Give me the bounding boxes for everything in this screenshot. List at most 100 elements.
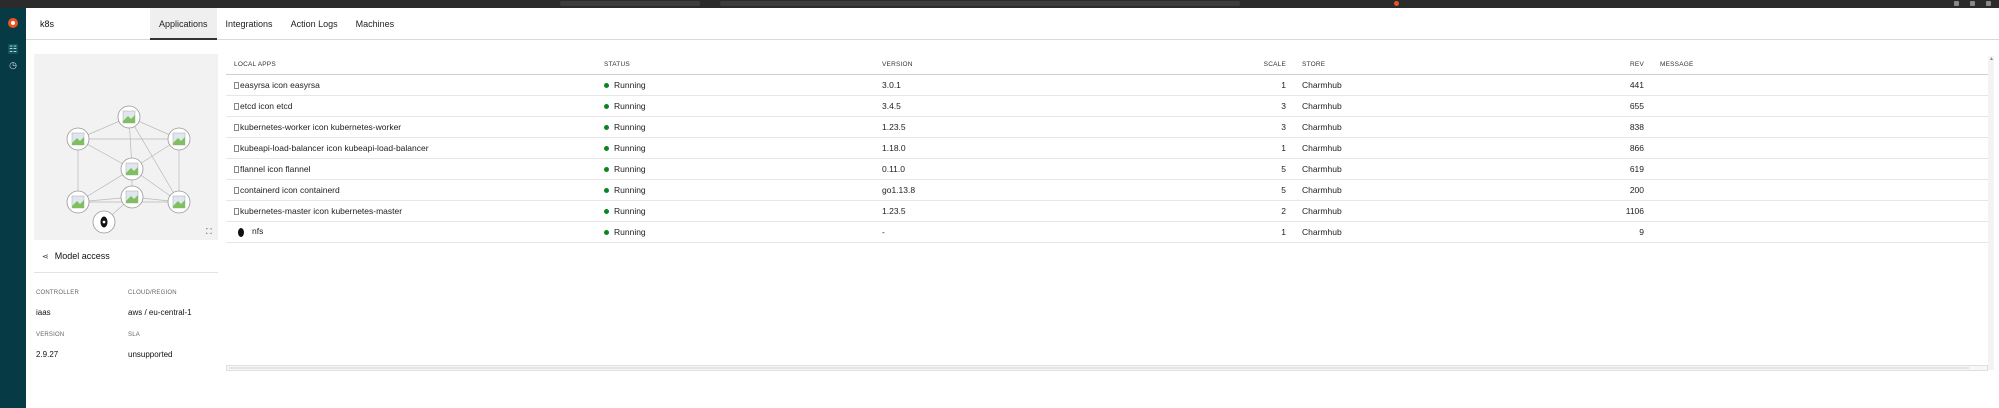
sla-label: SLA: [128, 332, 140, 338]
topology-diagram[interactable]: ⛶: [34, 54, 218, 240]
topology-node[interactable]: [66, 190, 90, 214]
history-icon[interactable]: ◷: [8, 60, 18, 70]
scale-cell: 5: [1144, 179, 1294, 201]
tab-applications[interactable]: Applications: [150, 8, 217, 40]
app-icon-alt: kubernetes-worker icon: [240, 121, 329, 132]
app-name[interactable]: containerd: [300, 185, 340, 195]
status-dot-icon: [604, 145, 609, 151]
model-access-button[interactable]: ⋖ Model access: [42, 251, 110, 261]
browser-extension-icon[interactable]: [1394, 1, 1399, 6]
message-cell: [1652, 95, 1988, 117]
table-row[interactable]: containerd icon containerd Running go1.1…: [226, 179, 1988, 201]
app-name-cell[interactable]: kubeapi-load-balancer icon kubeapi-load-…: [226, 137, 596, 159]
column-version[interactable]: VERSION: [874, 56, 1144, 75]
app-name-cell[interactable]: easyrsa icon easyrsa: [226, 74, 596, 96]
scroll-up-icon[interactable]: ▲: [1989, 56, 1994, 62]
column-rev[interactable]: REV: [1564, 56, 1652, 75]
app-name-cell[interactable]: containerd icon containerd: [226, 179, 596, 201]
expand-icon[interactable]: ⛶: [206, 228, 214, 236]
sla-value: unsupported: [128, 350, 173, 359]
topology-node[interactable]: [167, 190, 191, 214]
topology-node[interactable]: [117, 105, 141, 129]
scrollbar-thumb[interactable]: [229, 367, 1969, 369]
app-name-cell[interactable]: flannel icon flannel: [226, 158, 596, 180]
browser-address-bar[interactable]: [720, 1, 1240, 6]
topology-node[interactable]: [167, 127, 191, 151]
app-name-cell[interactable]: kubernetes-worker icon kubernetes-worker: [226, 116, 596, 138]
topology-node[interactable]: [66, 127, 90, 151]
rev-cell: 1106: [1564, 200, 1652, 222]
version-cell: 1.18.0: [874, 137, 1144, 159]
panel-divider: [34, 272, 218, 273]
store-cell: Charmhub: [1294, 116, 1564, 138]
store-cell: Charmhub: [1294, 95, 1564, 117]
table-row[interactable]: kubeapi-load-balancer icon kubeapi-load-…: [226, 137, 1988, 159]
store-cell: Charmhub: [1294, 137, 1564, 159]
table-row[interactable]: easyrsa icon easyrsa Running 3.0.1 1 Cha…: [226, 74, 1988, 96]
scale-cell: 1: [1144, 221, 1294, 243]
version-cell: 0.11.0: [874, 158, 1144, 180]
juju-logo-icon[interactable]: [8, 18, 18, 28]
column-message[interactable]: MESSAGE: [1652, 56, 1988, 75]
cloud-region-value: aws / eu-central-1: [128, 308, 192, 317]
tab-machines[interactable]: Machines: [347, 8, 404, 40]
maximize-icon[interactable]: [1970, 1, 1975, 6]
controller-label: CONTROLLER: [36, 290, 80, 296]
app-name[interactable]: nfs: [252, 226, 263, 236]
tab-action-logs[interactable]: Action Logs: [282, 8, 347, 40]
app-icon-alt: kubernetes-master icon: [240, 205, 329, 216]
status-text: Running: [614, 163, 646, 174]
app-icon: [234, 144, 239, 152]
topology-node[interactable]: [120, 185, 144, 209]
status-cell: Running: [596, 158, 874, 180]
app-name-cell[interactable]: kubernetes-master icon kubernetes-master: [226, 200, 596, 222]
status-cell: Running: [596, 221, 874, 243]
app-icon: [234, 81, 239, 89]
status-text: Running: [614, 142, 646, 153]
scale-cell: 1: [1144, 74, 1294, 96]
rev-cell: 655: [1564, 95, 1652, 117]
table-row[interactable]: kubernetes-worker icon kubernetes-worker…: [226, 116, 1988, 138]
app-name-cell[interactable]: etcd icon etcd: [226, 95, 596, 117]
app-icon: [234, 102, 239, 110]
horizontal-scrollbar[interactable]: [226, 365, 1988, 371]
status-dot-icon: [604, 103, 609, 109]
app-name[interactable]: kubeapi-load-balancer: [344, 143, 428, 153]
version-cell: go1.13.8: [874, 179, 1144, 201]
app-name-cell[interactable]: nfs: [226, 221, 596, 243]
table-row[interactable]: nfs Running - 1 Charmhub 9: [226, 221, 1988, 243]
table-row[interactable]: flannel icon flannel Running 0.11.0 5 Ch…: [226, 158, 1988, 180]
app-name[interactable]: kubernetes-worker: [331, 122, 401, 132]
status-text: Running: [614, 184, 646, 195]
tab-integrations[interactable]: Integrations: [217, 8, 282, 40]
app-name[interactable]: kubernetes-master: [331, 206, 402, 216]
status-dot-icon: [604, 124, 609, 130]
minimize-icon[interactable]: [1954, 1, 1959, 6]
column-store[interactable]: STORE: [1294, 56, 1564, 75]
column-scale[interactable]: SCALE: [1144, 56, 1294, 75]
rev-cell: 200: [1564, 179, 1652, 201]
store-cell: Charmhub: [1294, 179, 1564, 201]
app-name[interactable]: easyrsa: [290, 80, 320, 90]
table-row[interactable]: kubernetes-master icon kubernetes-master…: [226, 200, 1988, 222]
app-name[interactable]: flannel: [285, 164, 310, 174]
vertical-scrollbar[interactable]: ▲: [1988, 56, 1994, 370]
status-cell: Running: [596, 137, 874, 159]
topology-node[interactable]: [120, 157, 144, 181]
topology-node-nfs[interactable]: [92, 210, 116, 234]
version-cell: 1.23.5: [874, 116, 1144, 138]
column-status[interactable]: STATUS: [596, 56, 874, 75]
nfs-icon: [238, 227, 244, 237]
table-row[interactable]: etcd icon etcd Running 3.4.5 3 Charmhub …: [226, 95, 1988, 117]
status-text: Running: [614, 205, 646, 216]
app-name[interactable]: etcd: [276, 101, 292, 111]
close-icon[interactable]: [1986, 1, 1991, 6]
table-header-row: LOCAL APPS STATUS VERSION SCALE STORE RE…: [226, 56, 1988, 75]
browser-tab[interactable]: [560, 1, 700, 6]
rev-cell: 441: [1564, 74, 1652, 96]
app-icon: [234, 123, 239, 131]
column-local-apps[interactable]: LOCAL APPS: [226, 56, 596, 75]
models-icon[interactable]: ☷: [8, 44, 18, 54]
message-cell: [1652, 137, 1988, 159]
topology-graph: [66, 105, 191, 234]
